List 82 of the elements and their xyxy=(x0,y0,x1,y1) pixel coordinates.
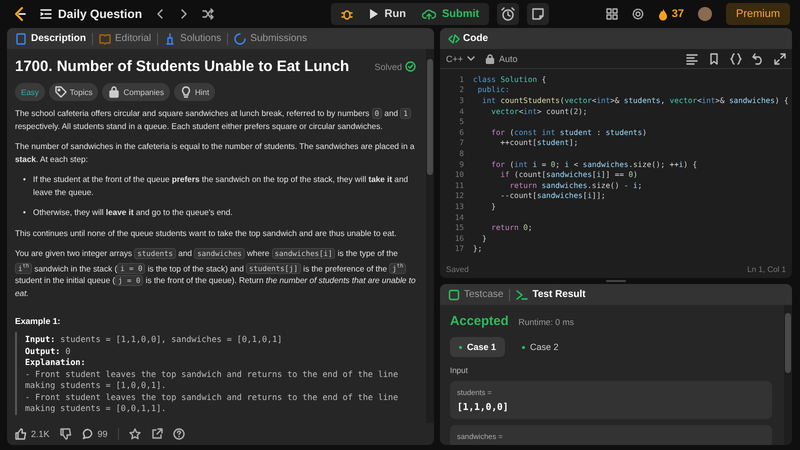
tag-button[interactable]: Hint xyxy=(174,83,216,101)
problem-title: 1700. Number of Students Unable to Eat Lunch xyxy=(15,58,350,75)
expand-icon[interactable] xyxy=(774,52,786,64)
auto-mode-label: Auto xyxy=(485,54,518,64)
tag-button[interactable]: Companies xyxy=(102,83,170,101)
undo-icon[interactable] xyxy=(752,52,764,64)
settings-icon[interactable] xyxy=(632,8,644,20)
example-line: Explanation: xyxy=(25,357,87,369)
scrollbar[interactable] xyxy=(784,305,792,445)
checkbox-icon xyxy=(448,288,460,300)
terminal-icon xyxy=(516,288,528,300)
example-line: - Front student leaves the top sandwich and returns to the end of the line xyxy=(25,392,400,404)
flame-icon xyxy=(658,8,668,20)
example-line: making students = [1,0,0,1]. xyxy=(25,380,168,392)
run-button[interactable]: Run xyxy=(360,3,414,25)
star-icon[interactable] xyxy=(128,428,141,440)
align-left-icon[interactable] xyxy=(686,52,698,64)
logo-icon xyxy=(12,6,28,22)
bullet-marker: • xyxy=(23,174,27,186)
example-line: Input: students = [1,1,0,0], sandwiches = [0,1,0,1] xyxy=(25,334,284,346)
save-status: Saved xyxy=(446,264,469,274)
submit-button[interactable]: Submit xyxy=(414,3,488,25)
like-button[interactable]: 2.1K xyxy=(15,428,50,440)
bookmark-icon[interactable] xyxy=(708,52,720,64)
runtime-text: Runtime: 0 ms xyxy=(518,317,574,327)
panel-tab[interactable]: Submissions xyxy=(234,32,307,44)
chevron-down-icon xyxy=(467,56,476,62)
example-line: making students = [0,0,1,1]. xyxy=(25,403,168,415)
code-icon xyxy=(448,32,460,44)
variable-value: [1,1,0,0] xyxy=(457,402,510,413)
panel-tab[interactable]: Solutions xyxy=(164,32,222,44)
paragraph: This continues until none of the queue students want to take the top sandwich and are thus unable to eat. xyxy=(15,228,398,240)
thumbs-up-icon xyxy=(15,428,27,440)
paragraph: The number of sandwiches in the cafeteria is equal to the number of students. The sandwiches are placed in a stack. At each step: xyxy=(15,141,416,166)
lock-icon xyxy=(108,86,120,98)
share-icon[interactable] xyxy=(150,428,163,440)
tag-button[interactable]: Topics xyxy=(48,83,98,101)
panel-tab[interactable]: Editorial xyxy=(99,32,152,44)
scrollbar[interactable] xyxy=(426,49,434,423)
bullet-text: Otherwise, they will leave it and go to the queue's end. xyxy=(33,207,233,219)
panel-tab[interactable]: Test Result xyxy=(516,288,586,300)
lightbulb-icon xyxy=(180,86,192,98)
cloud-upload-icon xyxy=(422,8,436,20)
streak-counter[interactable]: 37 xyxy=(658,8,684,20)
history-icon xyxy=(234,32,246,44)
thumbs-down-icon[interactable] xyxy=(60,428,72,440)
case-tab[interactable]: Case 2 xyxy=(513,337,568,357)
document-icon xyxy=(15,32,27,44)
list-icon xyxy=(40,8,52,20)
braces-icon[interactable] xyxy=(730,52,742,64)
help-icon[interactable] xyxy=(172,428,185,440)
alarm-clock-icon[interactable] xyxy=(497,3,520,25)
layout-icon[interactable] xyxy=(606,8,618,20)
tag-icon xyxy=(54,86,67,98)
shuffle-icon[interactable] xyxy=(202,8,214,20)
language-dropdown[interactable]: C++ xyxy=(446,54,476,64)
panel-tab[interactable]: Testcase xyxy=(448,288,504,300)
input-heading: Input xyxy=(450,366,469,375)
case-tab[interactable]: Case 1 xyxy=(450,337,506,357)
cursor-position: Ln 1, Col 1 xyxy=(747,264,786,274)
bullet-text: If the student at the front of the queue prefers the sandwich on the top of the stack, they will take it and leave the queue. xyxy=(33,174,410,199)
difficulty-tag: Easy xyxy=(15,83,45,101)
resize-handle[interactable] xyxy=(606,278,626,284)
example-heading: Example 1: xyxy=(15,316,62,326)
bullet-marker: • xyxy=(23,207,27,219)
bug-icon xyxy=(340,8,353,20)
book-icon xyxy=(99,32,112,44)
solved-status: Solved xyxy=(374,61,416,72)
speech-bubble-icon xyxy=(82,428,94,440)
note-icon[interactable] xyxy=(527,3,550,25)
avatar[interactable] xyxy=(698,7,712,21)
check-circle-icon xyxy=(405,61,416,72)
example-line: Output: 0 xyxy=(25,346,72,358)
comments-button[interactable]: 99 xyxy=(82,428,108,440)
example-line: - Front student leaves the top sandwich and returns to the end of the line xyxy=(25,368,400,380)
play-icon xyxy=(368,8,379,20)
verdict-text: Accepted xyxy=(450,313,509,328)
panel-tab[interactable]: Description xyxy=(15,32,86,44)
daily-question-button[interactable]: Daily Question xyxy=(40,7,142,21)
lock-icon xyxy=(485,54,496,64)
premium-button[interactable]: Premium xyxy=(726,3,790,25)
panel-title: Code xyxy=(448,32,488,44)
